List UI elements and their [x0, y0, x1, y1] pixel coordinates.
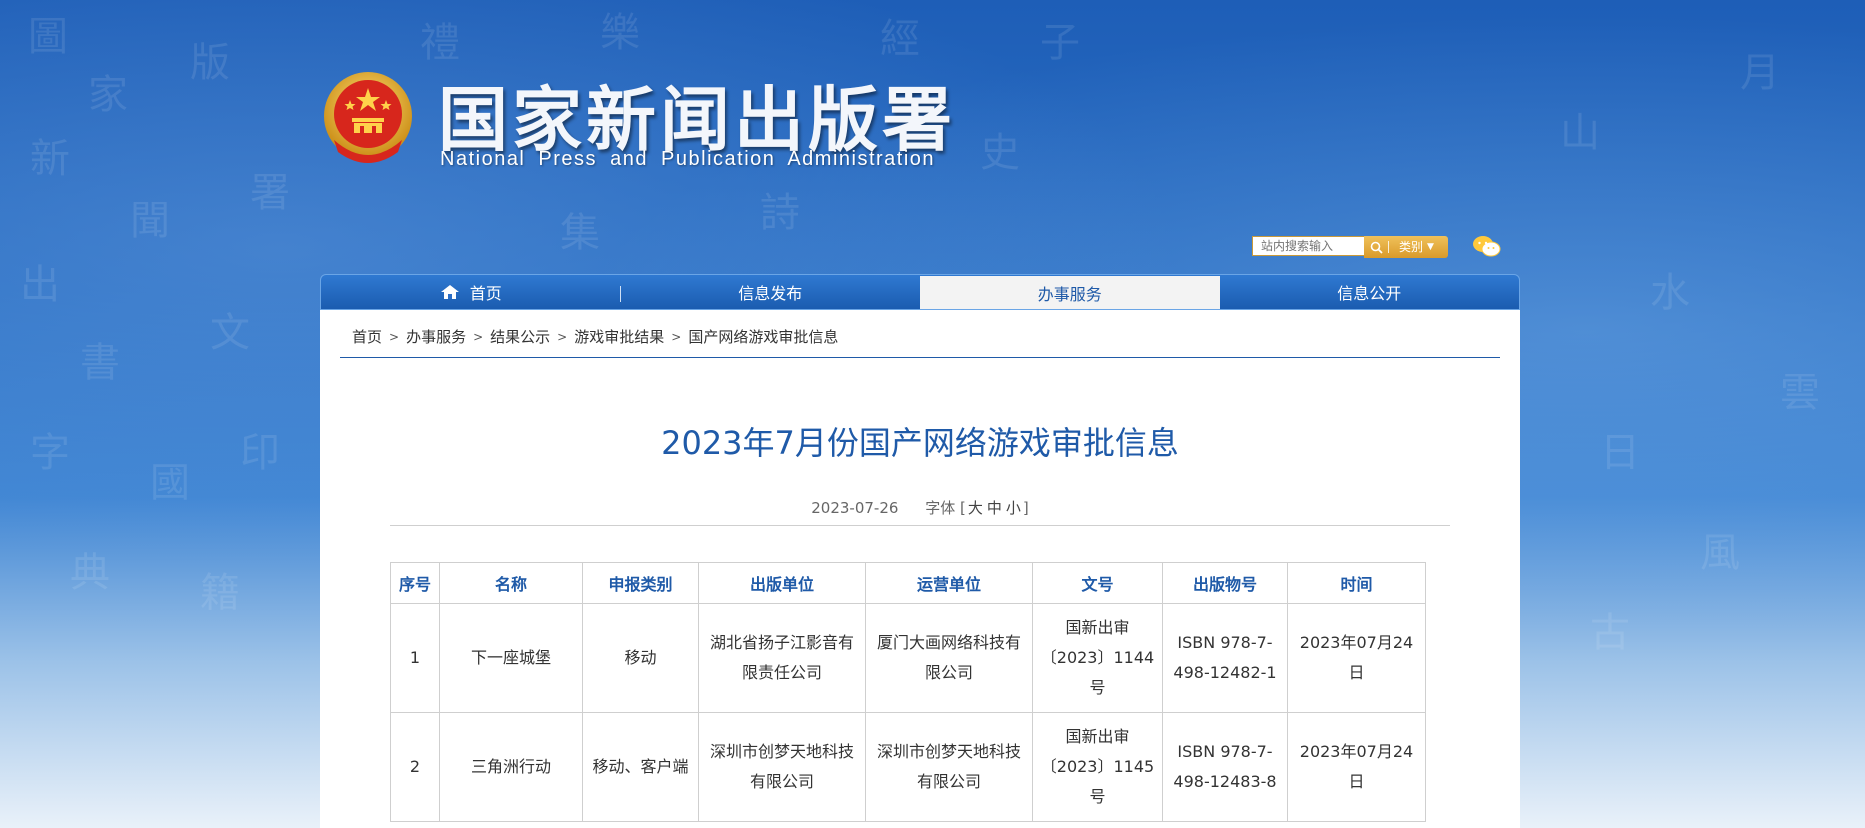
table-row: 1 下一座城堡 移动 湖北省扬子江影音有限责任公司 厦门大画网络科技有限公司 国… — [390, 603, 1426, 713]
home-icon — [440, 284, 460, 300]
cell-publisher: 湖北省扬子江影音有限责任公司 — [698, 603, 866, 713]
cell-category: 移动、客户端 — [582, 712, 699, 822]
nav-item-services[interactable]: 办事服务 — [920, 276, 1220, 309]
cell-isbn: ISBN 978-7-498-12482-1 — [1162, 603, 1288, 713]
col-header-approval: 文号 — [1032, 562, 1163, 604]
font-size-bracket: ] — [1022, 499, 1029, 517]
bg-glyph: 水 — [1650, 270, 1690, 316]
breadcrumb-separator: > — [389, 329, 400, 344]
nav-item-label: 信息发布 — [738, 284, 803, 303]
table-header-row: 序号 名称 申报类别 出版单位 运营单位 文号 出版物号 时间 — [390, 562, 1426, 604]
publish-date: 2023-07-26 — [811, 499, 899, 517]
font-size-small[interactable]: 小 — [1006, 499, 1021, 517]
search-icon[interactable] — [1364, 241, 1388, 254]
search-button[interactable]: 类别 ▼ — [1364, 236, 1448, 258]
bg-glyph: 書 — [80, 340, 120, 386]
main-nav: 首页 信息发布 办事服务 信息公开 — [320, 274, 1520, 310]
bg-glyph: 集 — [560, 210, 600, 256]
cell-operator: 深圳市创梦天地科技有限公司 — [865, 712, 1033, 822]
bg-glyph: 圖 — [28, 14, 68, 60]
font-size-bracket: [ — [960, 499, 966, 517]
bg-glyph: 史 — [980, 130, 1020, 176]
wechat-icon[interactable] — [1472, 234, 1502, 260]
font-size-large[interactable]: 大 — [968, 499, 983, 517]
search-input[interactable] — [1252, 236, 1364, 256]
table-row: 2 三角洲行动 移动、客户端 深圳市创梦天地科技有限公司 深圳市创梦天地科技有限… — [390, 712, 1426, 822]
bg-glyph: 版 — [190, 40, 230, 86]
cell-approval: 国新出审〔2023〕1145号 — [1032, 712, 1163, 822]
bg-glyph: 文 — [210, 310, 250, 356]
col-header-publisher: 出版单位 — [698, 562, 866, 604]
cell-publisher: 深圳市创梦天地科技有限公司 — [698, 712, 866, 822]
bg-glyph: 籍 — [200, 570, 240, 616]
font-size-label: 字体 — [925, 499, 956, 517]
col-header-name: 名称 — [439, 562, 583, 604]
breadcrumb-separator: > — [671, 329, 682, 344]
bg-glyph: 山 — [1560, 110, 1600, 156]
cell-name: 三角洲行动 — [439, 712, 583, 822]
breadcrumb-link-services[interactable]: 办事服务 — [406, 326, 466, 347]
breadcrumb: 首页 > 办事服务 > 结果公示 > 游戏审批结果 > 国产网络游戏审批信息 — [352, 326, 838, 347]
breadcrumb-current[interactable]: 国产网络游戏审批信息 — [688, 326, 838, 347]
search-separator — [1388, 241, 1389, 253]
bg-glyph: 月 — [1740, 50, 1780, 96]
article-meta: 2023-07-26 字体 [大中小] — [320, 497, 1520, 518]
chevron-down-icon[interactable]: ▼ — [1427, 236, 1434, 258]
nav-item-label: 首页 — [469, 284, 502, 303]
cell-operator: 厦门大画网络科技有限公司 — [865, 603, 1033, 713]
bg-glyph: 古 — [1590, 610, 1630, 656]
content-panel: 首页 > 办事服务 > 结果公示 > 游戏审批结果 > 国产网络游戏审批信息 2… — [320, 310, 1520, 828]
bg-glyph: 聞 — [130, 198, 170, 244]
bg-glyph: 日 — [1600, 430, 1640, 476]
font-size-medium[interactable]: 中 — [987, 499, 1002, 517]
bg-glyph: 國 — [150, 460, 190, 506]
nav-item-label: 信息公开 — [1337, 284, 1402, 303]
bg-glyph: 子 — [1040, 20, 1080, 66]
col-header-date: 时间 — [1287, 562, 1426, 604]
nav-item-home[interactable]: 首页 — [321, 275, 621, 309]
breadcrumb-divider — [340, 357, 1500, 358]
col-header-isbn: 出版物号 — [1162, 562, 1288, 604]
approval-table: 序号 名称 申报类别 出版单位 运营单位 文号 出版物号 时间 1 下一座城堡 … — [390, 562, 1426, 822]
cell-date: 2023年07月24日 — [1287, 603, 1426, 713]
col-header-operator: 运营单位 — [865, 562, 1033, 604]
cell-no: 2 — [390, 712, 440, 822]
bg-glyph: 字 — [30, 430, 70, 476]
meta-divider — [390, 525, 1450, 526]
col-header-no: 序号 — [390, 562, 440, 604]
cell-category: 移动 — [582, 603, 699, 713]
national-emblem-icon — [324, 72, 412, 163]
bg-glyph: 家 — [88, 72, 128, 118]
nav-item-label: 办事服务 — [1037, 284, 1102, 304]
bg-glyph: 禮 — [420, 20, 460, 66]
breadcrumb-link-results[interactable]: 结果公示 — [490, 326, 550, 347]
breadcrumb-separator: > — [557, 329, 568, 344]
nav-item-info-disclosure[interactable]: 信息公开 — [1220, 275, 1520, 309]
bg-glyph: 典 — [70, 550, 110, 596]
nav-item-info-release[interactable]: 信息发布 — [621, 275, 921, 309]
bg-glyph: 詩 — [760, 190, 800, 236]
site-subtitle: National Press and Publication Administr… — [440, 148, 936, 170]
cell-no: 1 — [390, 603, 440, 713]
bg-glyph: 雲 — [1780, 370, 1820, 416]
article-title: 2023年7月份国产网络游戏审批信息 — [661, 424, 1179, 462]
bg-glyph: 風 — [1700, 530, 1740, 576]
bg-glyph: 印 — [240, 430, 280, 476]
bg-glyph: 樂 — [600, 10, 640, 56]
col-header-category: 申报类别 — [582, 562, 699, 604]
cell-name: 下一座城堡 — [439, 603, 583, 713]
cell-isbn: ISBN 978-7-498-12483-8 — [1162, 712, 1288, 822]
breadcrumb-separator: > — [473, 329, 484, 344]
category-dropdown-label[interactable]: 类别 — [1399, 236, 1423, 258]
bg-glyph: 署 — [250, 170, 290, 216]
cell-date: 2023年07月24日 — [1287, 712, 1426, 822]
breadcrumb-link-home[interactable]: 首页 — [352, 326, 382, 347]
cell-approval: 国新出审〔2023〕1144号 — [1032, 603, 1163, 713]
bg-glyph: 經 — [880, 16, 920, 62]
breadcrumb-link-game-approval[interactable]: 游戏审批结果 — [574, 326, 664, 347]
bg-glyph: 出 — [20, 262, 60, 308]
bg-glyph: 新 — [30, 136, 70, 182]
